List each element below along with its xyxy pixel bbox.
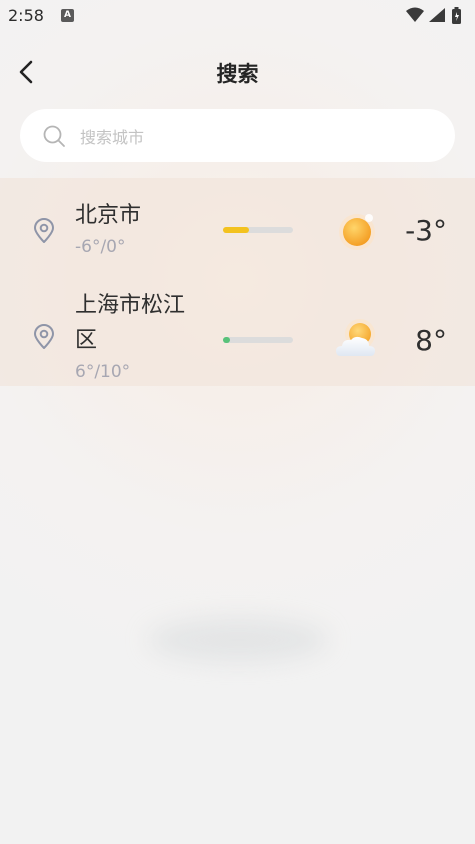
search-icon [43,125,65,147]
city-name: 北京市 [75,203,142,228]
location-pin-icon [34,218,54,243]
city-name: 上海市松江区 [75,293,186,353]
search-box[interactable] [20,109,455,162]
cellular-signal-icon [429,8,445,22]
city-temp-range: 6°/10° [75,362,131,382]
app-notification-icon: A [61,9,74,22]
wifi-icon [406,7,424,22]
temp-range-bar [223,337,293,343]
temp-range-bar [223,227,293,233]
background-shadow [148,618,328,662]
temp-range-bar-fill [223,227,249,233]
temp-range-bar-fill [223,337,230,343]
partly-cloudy-icon [336,319,375,356]
city-temp-range: -6°/0° [75,237,126,257]
sunny-icon [339,214,375,250]
city-result-row[interactable]: 北京市 -6°/0° -3° [0,178,475,282]
city-results-list: 北京市 -6°/0° -3° 上海市松江区 6°/10° 8° [0,178,475,386]
battery-icon [452,7,461,24]
status-time: 2:58 [8,6,44,25]
city-current-temp: -3° [405,214,447,247]
header: 搜索 [0,50,475,94]
city-result-row[interactable]: 上海市松江区 6°/10° 8° [0,282,475,386]
status-bar: 2:58 A [0,0,475,32]
city-current-temp: 8° [415,324,447,357]
location-pin-icon [34,324,54,349]
search-input[interactable] [78,121,422,153]
page-title: 搜索 [216,62,259,86]
status-icons [405,6,467,26]
